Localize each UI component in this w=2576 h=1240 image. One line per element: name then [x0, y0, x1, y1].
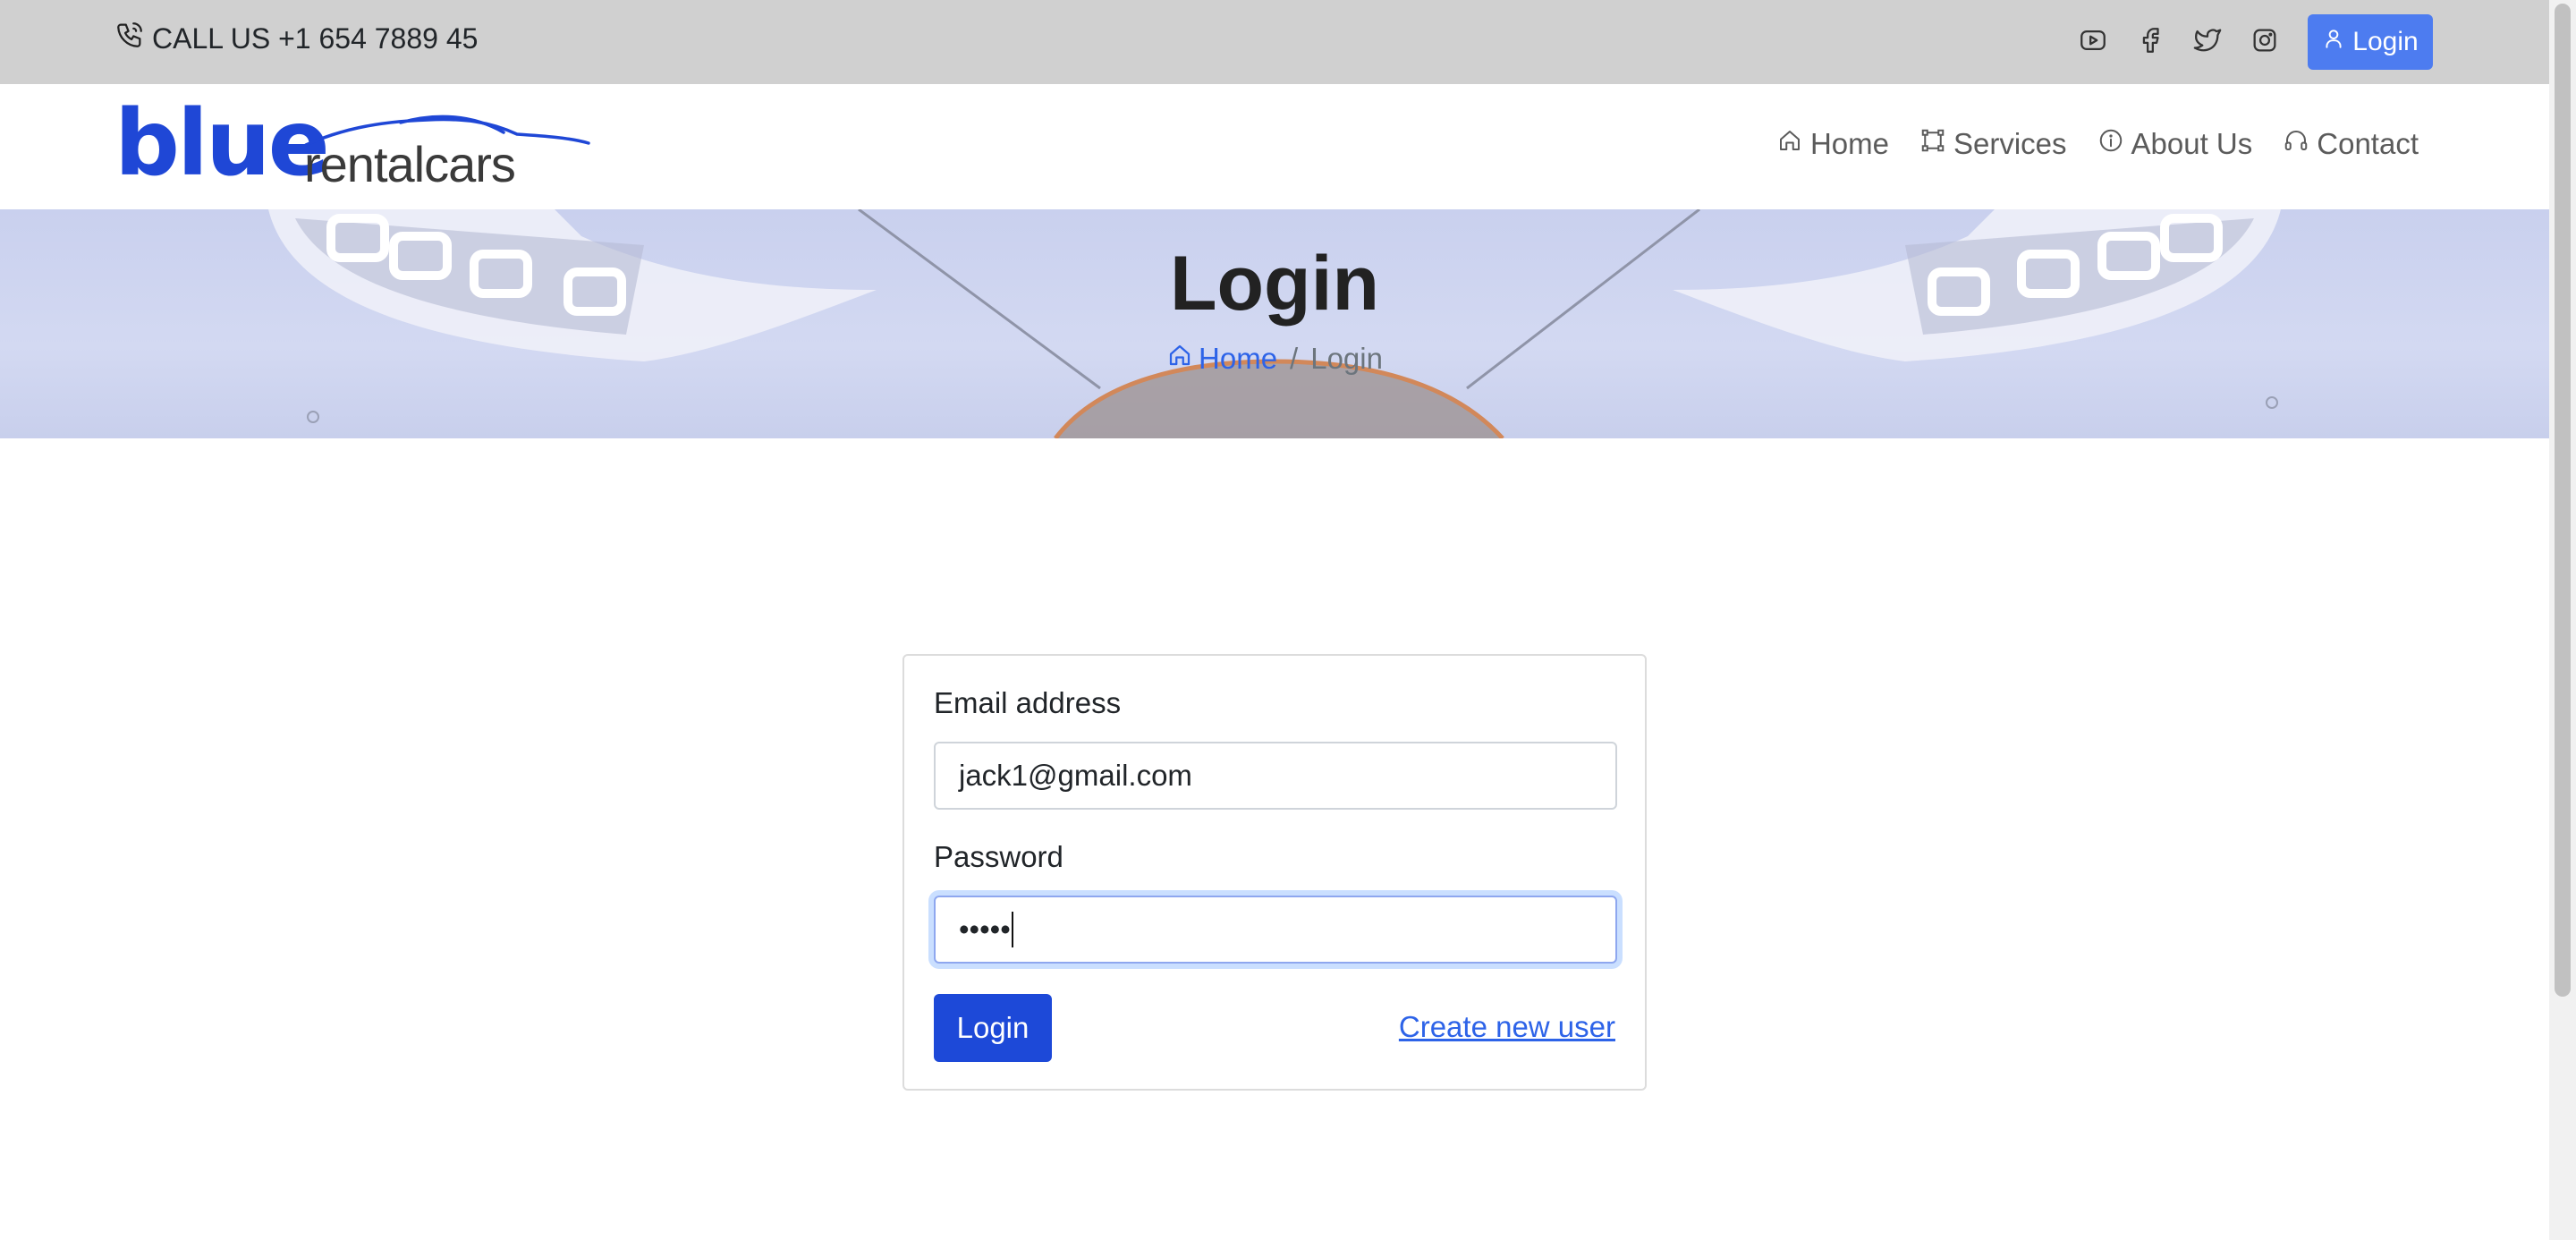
nav-item-home[interactable]: Home	[1776, 127, 1889, 161]
logo-word-blue: blue	[114, 90, 330, 197]
nav-item-label: About Us	[2131, 127, 2253, 160]
page-header-banner: Login Home / Login	[0, 209, 2549, 438]
breadcrumb-current: Login	[1310, 342, 1383, 375]
breadcrumb: Home / Login	[0, 342, 2549, 376]
top-login-button[interactable]: Login	[2308, 14, 2433, 70]
email-value: jack1@gmail.com	[959, 759, 1192, 792]
login-submit-button[interactable]: Login	[934, 994, 1052, 1062]
services-icon	[1919, 127, 1946, 161]
password-value: •••••	[959, 913, 1011, 946]
page: CALL US +1 654 7889 45 Login blue rental…	[0, 0, 2549, 1240]
call-us[interactable]: CALL US +1 654 7889 45	[114, 20, 478, 57]
instagram-icon[interactable]	[2248, 23, 2282, 57]
nav-item-about[interactable]: About Us	[2097, 127, 2253, 161]
logo-word-rentalcars: rentalcars	[304, 136, 516, 192]
password-label: Password	[934, 840, 1063, 873]
create-new-user-link[interactable]: Create new user	[1399, 1010, 1615, 1044]
brand-logo[interactable]: blue rentalcars	[114, 98, 590, 193]
scrollbar[interactable]	[2549, 0, 2576, 1240]
phone-icon	[114, 20, 145, 57]
home-icon	[1776, 127, 1803, 161]
twitter-icon[interactable]	[2190, 23, 2224, 57]
nav-item-label: Contact	[2317, 127, 2419, 160]
info-icon	[2097, 127, 2124, 161]
breadcrumb-home[interactable]: Home	[1166, 342, 1277, 376]
password-field[interactable]: •••••	[934, 896, 1617, 964]
call-us-text: CALL US +1 654 7889 45	[152, 21, 479, 55]
page-title: Login	[1169, 241, 1380, 327]
youtube-icon[interactable]	[2076, 23, 2110, 57]
email-label: Email address	[934, 686, 1122, 719]
navbar: blue rentalcars Home Services About Us C…	[0, 84, 2549, 209]
user-icon	[2322, 27, 2345, 57]
top-bar: CALL US +1 654 7889 45 Login	[0, 0, 2549, 84]
top-login-label: Login	[2352, 27, 2419, 56]
breadcrumb-separator: /	[1290, 342, 1299, 375]
headset-icon	[2283, 127, 2309, 161]
main-nav: Home Services About Us Contact	[1776, 127, 2419, 161]
scrollbar-thumb[interactable]	[2555, 4, 2571, 997]
login-form-card: Email address jack1@gmail.com Password •…	[902, 654, 1647, 1091]
home-icon	[1166, 342, 1193, 376]
nav-item-label: Services	[1953, 127, 2067, 160]
nav-item-label: Home	[1809, 127, 1889, 160]
email-field[interactable]: jack1@gmail.com	[934, 742, 1617, 810]
facebook-icon[interactable]	[2133, 23, 2167, 57]
text-caret	[1011, 912, 1013, 947]
nav-item-services[interactable]: Services	[1919, 127, 2067, 161]
breadcrumb-home-label: Home	[1199, 342, 1278, 375]
nav-item-contact[interactable]: Contact	[2283, 127, 2419, 161]
